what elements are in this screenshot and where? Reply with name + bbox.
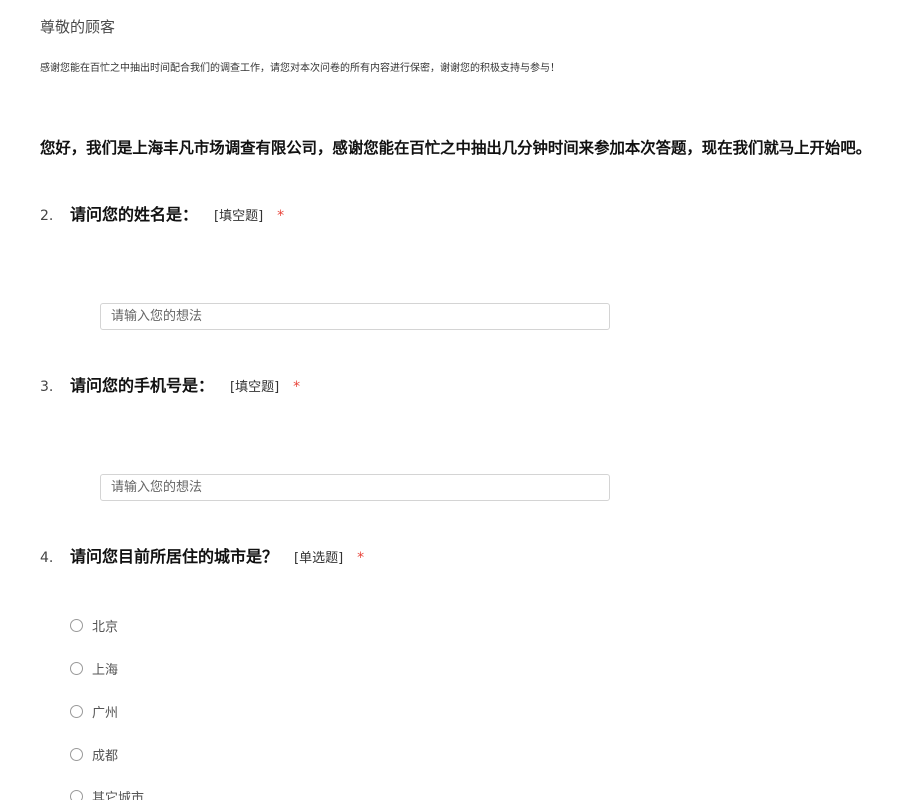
question-title: 请问您目前所居住的城市是？ xyxy=(70,547,279,566)
option-other-city[interactable]: 其它城市 xyxy=(70,787,144,800)
phone-input[interactable] xyxy=(100,474,610,501)
question-name: 2. 请问您的姓名是： [填空题] * xyxy=(40,201,284,225)
option-beijing[interactable]: 北京 xyxy=(70,616,118,635)
option-chengdu[interactable]: 成都 xyxy=(70,745,118,764)
radio-unchecked-icon[interactable] xyxy=(70,705,83,718)
question-type-tag: [单选题] xyxy=(294,551,344,566)
question-number: 2. xyxy=(40,208,54,224)
radio-unchecked-icon[interactable] xyxy=(70,662,83,675)
confidentiality-notice: 感谢您能在百忙之中抽出时间配合我们的调查工作，请您对本次问卷的所有内容进行保密，… xyxy=(40,63,560,74)
required-marker: * xyxy=(277,208,285,224)
option-shanghai[interactable]: 上海 xyxy=(70,659,118,678)
question-type-tag: [填空题] xyxy=(230,380,280,395)
option-label: 其它城市 xyxy=(92,791,145,800)
question-number: 4. xyxy=(40,550,54,566)
radio-unchecked-icon[interactable] xyxy=(70,790,83,800)
option-label: 北京 xyxy=(92,620,119,635)
question-city: 4. 请问您目前所居住的城市是？ [单选题] * xyxy=(40,543,364,567)
survey-page: 尊敬的顾客 感谢您能在百忙之中抽出时间配合我们的调查工作，请您对本次问卷的所有内… xyxy=(0,0,900,800)
required-marker: * xyxy=(357,550,365,566)
question-title: 请问您的手机号是： xyxy=(70,376,215,395)
question-phone: 3. 请问您的手机号是： [填空题] * xyxy=(40,372,300,396)
option-label: 广州 xyxy=(92,706,119,721)
radio-unchecked-icon[interactable] xyxy=(70,619,83,632)
greeting-title: 尊敬的顾客 xyxy=(40,18,116,36)
question-title: 请问您的姓名是： xyxy=(70,205,199,224)
option-guangzhou[interactable]: 广州 xyxy=(70,702,118,721)
question-type-tag: [填空题] xyxy=(214,209,264,224)
radio-unchecked-icon[interactable] xyxy=(70,748,83,761)
question-number: 3. xyxy=(40,379,54,395)
survey-intro: 您好，我们是上海丰凡市场调查有限公司，感谢您能在百忙之中抽出几分钟时间来参加本次… xyxy=(40,139,872,157)
name-input[interactable] xyxy=(100,303,610,330)
option-label: 成都 xyxy=(92,749,119,764)
required-marker: * xyxy=(293,379,301,395)
option-label: 上海 xyxy=(92,663,119,678)
